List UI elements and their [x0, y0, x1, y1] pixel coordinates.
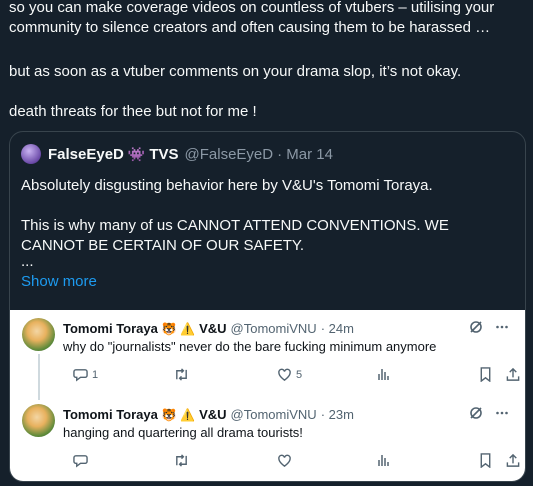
tiger-warning-emoji: 🐯 ⚠️: [161, 407, 196, 422]
reply-count: 1: [92, 368, 99, 381]
grok-icon: [470, 407, 482, 419]
quoted-author-suffix[interactable]: TVS: [149, 146, 178, 163]
retweet-action: [173, 367, 194, 382]
embedded-tweet-time: · 24m: [320, 321, 354, 336]
avatar[interactable]: [21, 144, 41, 164]
embedded-author-org: V&U: [199, 407, 227, 422]
like-icon: [278, 454, 291, 467]
embedded-tweet-top-icons: [469, 406, 509, 420]
embedded-tweet: Tomomi Toraya 🐯 ⚠️ V&U @TomomiVNU · 23m …: [10, 396, 525, 481]
like-count: 5: [296, 368, 303, 381]
post-paragraph-1: so you can make coverage videos on count…: [9, 0, 495, 36]
quoted-author-handle[interactable]: @FalseEyeD: [185, 146, 274, 163]
retweet-icon: [176, 368, 187, 381]
quoted-post-line-2: This is why many of us CANNOT ATTEND CON…: [21, 217, 449, 254]
views-action: [377, 367, 391, 381]
reply-icon: [73, 369, 88, 382]
embedded-tweet-top-icons: [469, 320, 509, 334]
embedded-tweet-actions: [63, 453, 520, 471]
alien-monster-emoji: 👾: [127, 145, 146, 162]
embedded-tweet-header: Tomomi Toraya 🐯 ⚠️ V&U @TomomiVNU · 23m: [63, 406, 354, 423]
retweet-action: [173, 453, 194, 468]
share-action: [506, 453, 520, 468]
bookmark-action: [479, 453, 492, 468]
embedded-tweet-text: hanging and quartering all drama tourist…: [63, 425, 303, 440]
like-icon: [278, 368, 291, 381]
embedded-author-handle: @TomomiVNU: [230, 321, 317, 336]
post-paragraph-3: death threats for thee but not for me !: [9, 103, 257, 120]
embedded-author-name: Tomomi Toraya: [63, 407, 158, 422]
embedded-tweet-actions: 1 5: [63, 367, 520, 385]
views-icon: [378, 455, 389, 466]
bookmark-icon: [480, 453, 491, 468]
views-action: [377, 453, 391, 467]
grok-icon: [470, 321, 482, 333]
avatar: [22, 318, 55, 351]
more-icon: [496, 325, 508, 329]
bookmark-action: [479, 367, 492, 382]
quoted-post-line-1: Absolutely disgusting behavior here by V…: [21, 177, 433, 194]
reply-action: 1: [73, 367, 98, 382]
avatar: [22, 404, 55, 437]
embedded-author-org: V&U: [199, 321, 227, 336]
quoted-post-date[interactable]: · Mar 14: [277, 146, 333, 163]
quoted-author-name[interactable]: FalseEyeD: [48, 146, 124, 163]
share-action: [506, 367, 520, 382]
embedded-screenshot: Tomomi Toraya 🐯 ⚠️ V&U @TomomiVNU · 24m …: [10, 310, 525, 481]
like-action: [277, 453, 296, 468]
tiger-warning-emoji: 🐯 ⚠️: [161, 321, 196, 336]
share-icon: [506, 453, 520, 467]
retweet-icon: [176, 454, 187, 467]
quoted-post-card[interactable]: FalseEyeD 👾 TVS @FalseEyeD · Mar 14 Abso…: [9, 131, 526, 482]
embedded-author-handle: @TomomiVNU: [230, 407, 317, 422]
show-more-link[interactable]: Show more: [21, 273, 97, 290]
embedded-tweet-header: Tomomi Toraya 🐯 ⚠️ V&U @TomomiVNU · 24m: [63, 320, 354, 337]
quoted-post-ellipsis: ...: [21, 253, 34, 270]
bookmark-icon: [480, 367, 491, 382]
reply-action: [73, 453, 92, 468]
embedded-tweet-text: why do "journalists" never do the bare f…: [63, 339, 437, 354]
reply-icon: [73, 455, 88, 468]
embedded-tweet: Tomomi Toraya 🐯 ⚠️ V&U @TomomiVNU · 24m …: [10, 310, 525, 396]
post-paragraph-2: but as soon as a vtuber comments on your…: [9, 63, 462, 80]
share-icon: [506, 367, 520, 381]
quoted-post-text: Absolutely disgusting behavior here by V…: [21, 176, 516, 256]
views-icon: [378, 369, 389, 380]
embedded-tweet-time: · 23m: [320, 407, 354, 422]
more-icon: [496, 411, 508, 415]
embedded-author-name: Tomomi Toraya: [63, 321, 158, 336]
like-action: 5: [277, 367, 302, 382]
quoted-post-header: FalseEyeD 👾 TVS @FalseEyeD · Mar 14: [21, 144, 333, 164]
